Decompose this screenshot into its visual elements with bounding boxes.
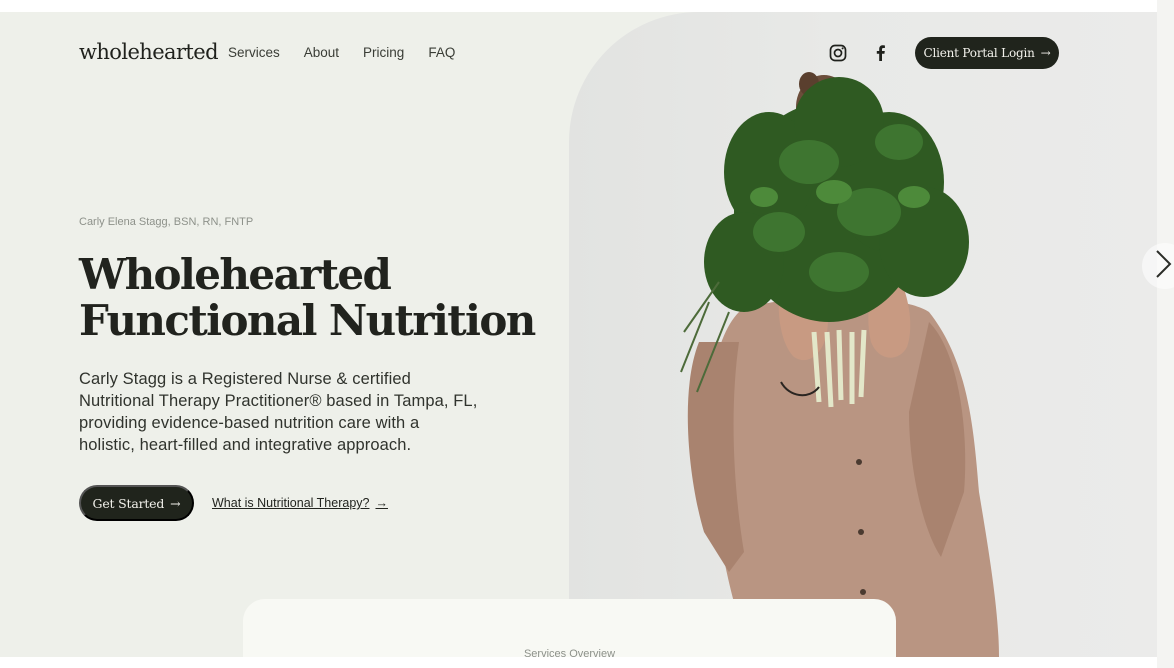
nav-item-pricing[interactable]: Pricing	[363, 45, 404, 60]
scrollbar-track[interactable]	[1157, 0, 1174, 668]
instagram-icon[interactable]	[828, 43, 848, 63]
headline-line-1: Wholehearted	[79, 250, 392, 299]
nutritional-therapy-link[interactable]: What is Nutritional Therapy? →	[212, 496, 388, 510]
get-started-label: Get Started	[92, 495, 165, 511]
main-nav: Services About Pricing FAQ	[228, 45, 479, 60]
chevron-right-icon	[1154, 249, 1172, 284]
credentials-text: Carly Elena Stagg, BSN, RN, FNTP	[79, 216, 254, 228]
arrow-right-icon: →	[375, 496, 388, 510]
nav-item-faq[interactable]: FAQ	[428, 45, 455, 60]
arrow-right-icon: →	[170, 495, 181, 511]
nav-item-services[interactable]: Services	[228, 45, 280, 60]
page-title: Wholehearted Functional Nutrition	[79, 252, 549, 344]
headline-line-2: Functional Nutrition	[79, 296, 536, 345]
facebook-icon[interactable]	[871, 43, 891, 63]
site-logo[interactable]: wholehearted	[79, 40, 219, 64]
get-started-button[interactable]: Get Started →	[79, 485, 194, 521]
hero-image	[569, 12, 1157, 657]
hero-description: Carly Stagg is a Registered Nurse & cert…	[79, 370, 478, 454]
page-background: wholehearted Services About Pricing FAQ	[0, 12, 1157, 657]
woman-with-greens-illustration	[680, 72, 999, 657]
client-portal-login-button[interactable]: Client Portal Login →	[915, 37, 1059, 69]
nav-item-about[interactable]: About	[304, 45, 339, 60]
client-portal-login-label: Client Portal Login	[923, 46, 1035, 60]
bottom-strip	[0, 657, 1157, 668]
services-overview-label: Services Overview	[523, 648, 616, 657]
nutritional-therapy-label: What is Nutritional Therapy?	[212, 496, 370, 510]
arrow-right-icon: →	[1040, 46, 1051, 60]
services-overview-card: Services Overview	[243, 599, 896, 657]
